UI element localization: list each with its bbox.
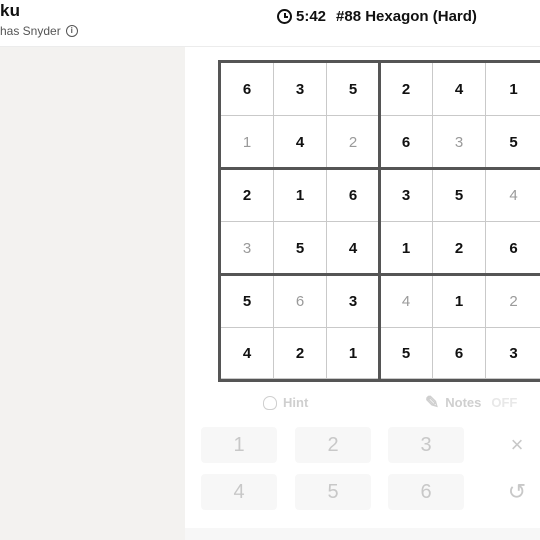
cell-r6c3[interactable]: 1	[327, 328, 380, 379]
number-label: 4	[233, 480, 245, 503]
cell-r6c5[interactable]: 6	[433, 328, 486, 379]
controls: Hint ✎ Notes OFF 1 2 3 × 4 5 6 ↺	[185, 385, 540, 540]
control-toolbar: Hint ✎ Notes OFF	[185, 393, 540, 415]
left-panel	[0, 47, 185, 540]
box-divider-horizontal-1	[221, 167, 540, 170]
cell-r5c5[interactable]: 1	[433, 275, 486, 328]
cell-r3c5[interactable]: 5	[433, 169, 486, 222]
sudoku-board: 635241142635216354354126563412421563	[218, 60, 540, 382]
byline: has Snyder i	[0, 24, 78, 38]
cell-r6c4[interactable]: 5	[380, 328, 433, 379]
number-button-3[interactable]: 3	[388, 427, 464, 463]
notes-toggle[interactable]: ✎ Notes OFF	[425, 392, 518, 412]
cell-r4c5[interactable]: 2	[433, 222, 486, 275]
cell-r5c3[interactable]: 3	[327, 275, 380, 328]
bottom-bar	[185, 528, 540, 540]
cell-r4c4[interactable]: 1	[380, 222, 433, 275]
cell-r2c1[interactable]: 1	[221, 116, 274, 169]
cell-r2c4[interactable]: 6	[380, 116, 433, 169]
header: ku has Snyder i 5:42 #88 Hexagon (Hard)	[0, 0, 540, 47]
cell-r1c6[interactable]: 1	[486, 63, 540, 116]
cell-r1c5[interactable]: 4	[433, 63, 486, 116]
number-label: 2	[327, 433, 339, 456]
notes-state: OFF	[491, 395, 518, 410]
app-title: ku	[0, 1, 21, 20]
number-label: 3	[420, 433, 432, 456]
number-button-2[interactable]: 2	[295, 427, 371, 463]
timer: 5:42	[296, 8, 327, 25]
number-label: 5	[327, 480, 339, 503]
cell-r4c6[interactable]: 6	[486, 222, 540, 275]
box-divider-horizontal-2	[221, 273, 540, 276]
clock-icon	[277, 9, 292, 24]
cell-r3c2[interactable]: 1	[274, 169, 327, 222]
erase-icon: ×	[510, 432, 524, 457]
hint-label: Hint	[283, 395, 309, 410]
number-button-5[interactable]: 5	[295, 474, 371, 510]
cell-r4c2[interactable]: 5	[274, 222, 327, 275]
box-divider-vertical	[378, 63, 381, 379]
notes-label: Notes	[445, 395, 482, 410]
cell-r3c3[interactable]: 6	[327, 169, 380, 222]
hint-button[interactable]: Hint	[263, 395, 308, 410]
info-icon[interactable]: i	[65, 25, 78, 37]
lightbulb-icon	[263, 395, 277, 410]
undo-icon: ↺	[507, 479, 527, 504]
cell-r1c1[interactable]: 6	[221, 63, 274, 116]
cell-r2c2[interactable]: 4	[274, 116, 327, 169]
number-label: 6	[420, 480, 432, 503]
cell-r1c3[interactable]: 5	[327, 63, 380, 116]
pencil-icon: ✎	[425, 392, 440, 412]
cell-r1c4[interactable]: 2	[380, 63, 433, 116]
number-label: 1	[233, 433, 245, 456]
cell-r2c3[interactable]: 2	[327, 116, 380, 169]
number-button-4[interactable]: 4	[201, 474, 277, 510]
cell-r5c1[interactable]: 5	[221, 275, 274, 328]
number-button-1[interactable]: 1	[201, 427, 277, 463]
cell-r1c2[interactable]: 3	[274, 63, 327, 116]
cell-r4c1[interactable]: 3	[221, 222, 274, 275]
undo-button[interactable]: ↺	[493, 474, 540, 510]
cell-r2c5[interactable]: 3	[433, 116, 486, 169]
timer-and-title: 5:42 #88 Hexagon (Hard)	[277, 8, 477, 25]
cell-r3c4[interactable]: 3	[380, 169, 433, 222]
number-button-6[interactable]: 6	[388, 474, 464, 510]
cell-r4c3[interactable]: 4	[327, 222, 380, 275]
cell-r5c4[interactable]: 4	[380, 275, 433, 328]
cell-r2c6[interactable]: 5	[486, 116, 540, 169]
cell-r6c6[interactable]: 3	[486, 328, 540, 379]
cell-r6c1[interactable]: 4	[221, 328, 274, 379]
cell-r6c2[interactable]: 2	[274, 328, 327, 379]
cell-r3c6[interactable]: 4	[486, 169, 540, 222]
puzzle-title: #88 Hexagon (Hard)	[336, 8, 477, 25]
author-name: has Snyder	[0, 24, 61, 38]
cell-r5c2[interactable]: 6	[274, 275, 327, 328]
erase-button[interactable]: ×	[493, 427, 540, 463]
cell-r3c1[interactable]: 2	[221, 169, 274, 222]
cell-r5c6[interactable]: 2	[486, 275, 540, 328]
